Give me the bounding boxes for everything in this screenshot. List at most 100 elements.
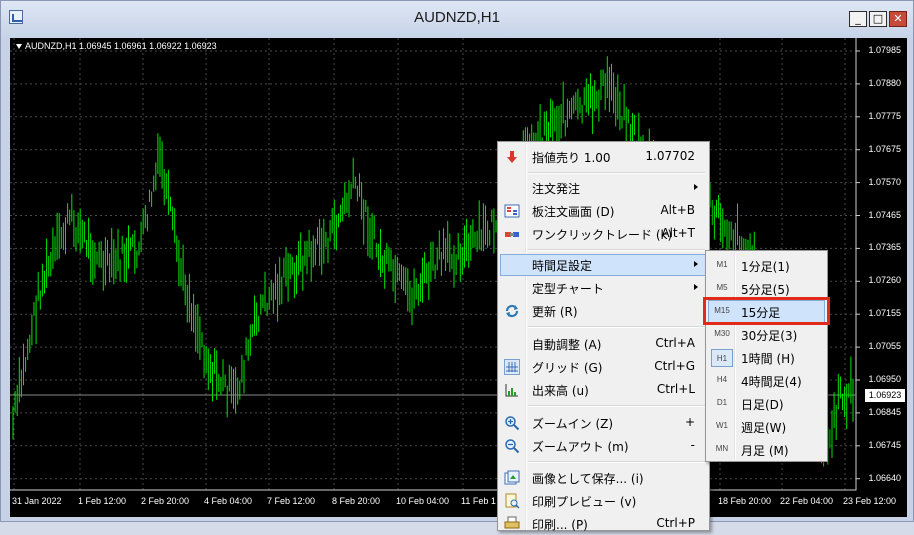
timeframe-code-icon: MN: [715, 444, 729, 453]
save-picture-icon: [504, 470, 520, 485]
title-bar[interactable]: AUDNZD,H1 _ □ ✕: [1, 1, 913, 37]
submenu-arrow-icon: [694, 184, 698, 190]
menu-item-zoom-out[interactable]: ズームアウト (m) -: [500, 435, 707, 457]
menu-separator: [528, 172, 705, 174]
time-axis-label: 22 Feb 04:00: [780, 496, 834, 506]
timeframe-code-icon: W1: [716, 421, 728, 430]
menu-separator: [528, 326, 705, 328]
menu-item-shortcut: Ctrl+L: [656, 382, 695, 396]
grid-icon: [504, 359, 520, 375]
price-axis-label: 1.06950: [868, 374, 901, 384]
volumes-icon: [505, 384, 518, 397]
price-axis-label: 1.06745: [868, 439, 901, 450]
price-axis-label: 1.07675: [868, 143, 901, 154]
timeframe-label: 週足(W): [741, 421, 787, 435]
menu-item-label: ワンクリックトレード (k): [532, 228, 673, 242]
menu-item-shortcut: Ctrl+A: [655, 336, 695, 350]
timeframe-d1[interactable]: D1 日足(D): [708, 392, 825, 415]
close-button[interactable]: ✕: [889, 11, 907, 27]
print-icon: [504, 516, 520, 529]
timeframe-mn[interactable]: MN 月足 (M): [708, 438, 825, 461]
menu-item-label: ズームアウト (m): [532, 440, 629, 454]
menu-item-label: 注文発注: [532, 182, 581, 196]
menu-item-grid[interactable]: グリッド (G) Ctrl+G: [500, 356, 707, 378]
menu-separator: [528, 461, 705, 463]
window-title: AUDNZD,H1: [414, 9, 500, 26]
chart-symbol-header: AUDNZD,H1 1.06945 1.06961 1.06922 1.0692…: [16, 41, 217, 51]
price-axis-label: 1.06640: [868, 472, 901, 483]
price-axis-label: 1.07365: [868, 242, 901, 253]
time-axis-label: 23 Feb 12:00: [843, 496, 897, 506]
print-preview-icon: [505, 493, 520, 509]
timeframe-label: 4時間足(4): [741, 375, 802, 389]
minimize-button[interactable]: _: [849, 11, 867, 27]
menu-item-label: 自動調整 (A): [532, 338, 602, 352]
menu-item-depth-of-market[interactable]: 板注文画面 (D) Alt+B: [500, 200, 707, 222]
menu-item-shortcut: +: [684, 415, 695, 429]
menu-item-shortcut: Alt+T: [661, 226, 695, 240]
submenu-arrow-icon: [694, 261, 698, 267]
timeframe-label: 5分足(5): [741, 283, 790, 297]
maximize-button[interactable]: □: [869, 11, 887, 27]
price-axis-label: 1.06845: [868, 406, 901, 417]
menu-item-label: 印刷... (P): [532, 518, 588, 532]
timeframe-code-icon: H4: [716, 375, 728, 384]
price-axis-label: 1.07260: [868, 275, 901, 286]
menu-item-new-order[interactable]: 注文発注: [500, 177, 707, 199]
timeframe-h4[interactable]: H4 4時間足(4): [708, 369, 825, 392]
menu-item-label: 印刷プレビュー (v): [532, 495, 637, 509]
highlight-annotation-box: [703, 297, 830, 325]
menu-separator: [528, 249, 705, 251]
sell-arrow-icon: [507, 151, 517, 163]
timeframe-label: 月足 (M): [741, 444, 789, 458]
timeframe-label: 1分足(1): [741, 260, 790, 274]
price-axis-label: 1.07570: [868, 176, 901, 187]
timeframe-code-icon: M30: [714, 329, 730, 338]
menu-item-shortcut: Alt+B: [660, 203, 695, 217]
menu-item-sell-limit[interactable]: 指値売り 1.00 1.07702: [500, 146, 707, 168]
menu-item-shortcut: 1.07702: [645, 149, 695, 163]
timeframe-w1[interactable]: W1 週足(W): [708, 415, 825, 438]
chart-header-text: AUDNZD,H1 1.06945 1.06961 1.06922 1.0692…: [25, 41, 217, 51]
menu-item-label: 指値売り 1.00: [532, 151, 611, 165]
menu-item-zoom-in[interactable]: ズームイン (Z) +: [500, 412, 707, 434]
timeframe-submenu: M1 1分足(1) M5 5分足(5) M15 15分足 M30 30分足(3)…: [705, 250, 828, 462]
timeframe-h1[interactable]: H1 1時間 (H): [708, 346, 825, 369]
price-axis-label: 1.07055: [868, 341, 901, 352]
menu-item-shortcut: Ctrl+P: [656, 516, 695, 530]
dropdown-triangle-icon[interactable]: [16, 44, 22, 50]
menu-item-label: 出来高 (u): [532, 384, 589, 398]
menu-item-volumes[interactable]: 出来高 (u) Ctrl+L: [500, 379, 707, 401]
time-axis-label: 11 Feb 1: [461, 496, 496, 506]
time-axis-label: 7 Feb 12:00: [267, 496, 316, 506]
menu-item-label: 板注文画面 (D): [532, 205, 615, 219]
menu-item-refresh[interactable]: 更新 (R): [500, 300, 707, 322]
time-axis-label: 8 Feb 20:00: [332, 496, 381, 506]
menu-item-timeframes[interactable]: 時間足設定: [500, 254, 707, 276]
depth-of-market-icon: [504, 204, 520, 218]
zoom-in-icon: [505, 416, 520, 431]
menu-item-print-preview[interactable]: 印刷プレビュー (v): [500, 490, 707, 512]
price-axis-label: 1.07985: [868, 45, 901, 55]
timeframe-code-icon: H1: [711, 349, 733, 367]
price-axis-label: 1.07880: [868, 77, 901, 88]
price-axis-label: 1.07775: [868, 110, 901, 121]
timeframe-label: 30分足(3): [741, 329, 798, 343]
timeframe-code-icon: M5: [716, 283, 728, 292]
menu-item-templates[interactable]: 定型チャート: [500, 277, 707, 299]
one-click-trading-icon: [505, 232, 519, 237]
timeframe-m30[interactable]: M30 30分足(3): [708, 323, 825, 346]
price-axis-label: 1.07465: [868, 209, 901, 220]
menu-item-label: グリッド (G): [532, 361, 603, 375]
current-price-tag: 1.06923: [865, 389, 905, 402]
chart-context-menu: 指値売り 1.00 1.07702 注文発注 板注文画面 (D) Alt+B ワ…: [497, 141, 710, 532]
menu-item-label: 更新 (R): [532, 305, 578, 319]
menu-item-auto-scroll[interactable]: 自動調整 (A) Ctrl+A: [500, 333, 707, 355]
menu-item-label: ズームイン (Z): [532, 417, 614, 431]
time-axis-label: 4 Feb 04:00: [204, 496, 253, 506]
menu-item-one-click-trading[interactable]: ワンクリックトレード (k) Alt+T: [500, 223, 707, 245]
menu-item-save-as-picture[interactable]: 画像として保存... (i): [500, 467, 707, 489]
menu-item-print[interactable]: 印刷... (P) Ctrl+P: [500, 513, 707, 535]
time-axis-label: 2 Feb 20:00: [141, 496, 190, 506]
timeframe-m1[interactable]: M1 1分足(1): [708, 254, 825, 277]
